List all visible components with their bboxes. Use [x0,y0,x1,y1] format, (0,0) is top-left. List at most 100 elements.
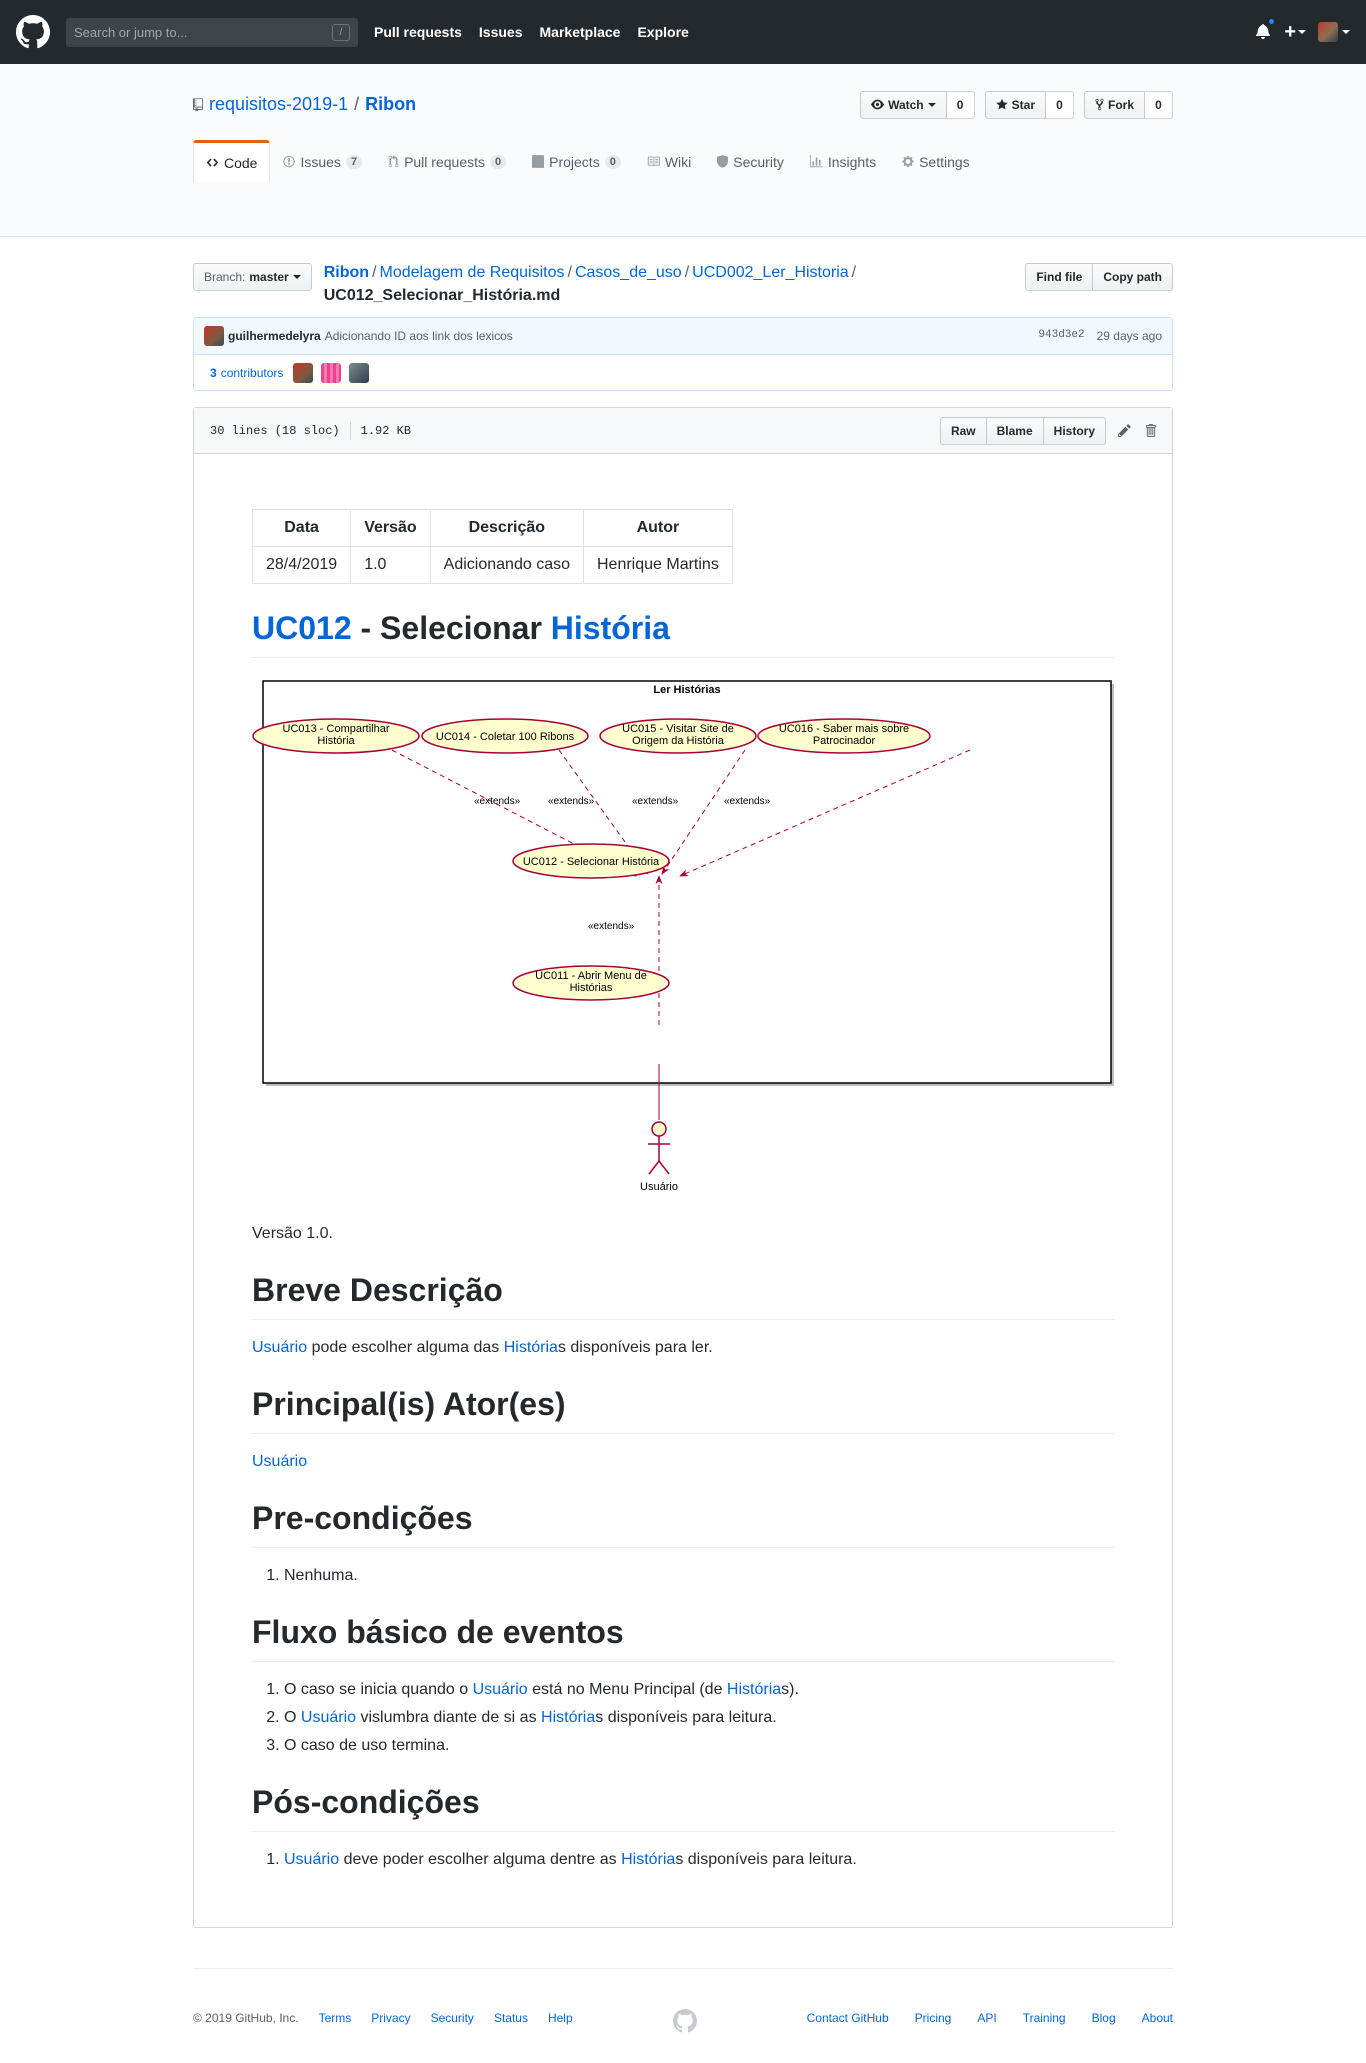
star-icon [995,98,1008,110]
usuario-link[interactable]: Usuário [252,1339,307,1356]
contributors-label[interactable]: contributors [221,366,284,380]
tab-issues[interactable]: Issues 7 [270,141,375,181]
trash-icon[interactable] [1145,423,1156,438]
copy-path-button[interactable]: Copy path [1093,263,1173,291]
branch-selector-button[interactable]: Branch: master [193,263,312,291]
footer-link-about[interactable]: About [1142,2011,1173,2025]
nav-marketplace[interactable]: Marketplace [540,24,621,40]
repo-title-separator: / [354,94,360,114]
file-nav-actions: Find file Copy path [1025,263,1173,315]
version-text: Versão 1.0. [252,1225,333,1242]
footer-link-api[interactable]: API [977,2011,996,2025]
footer-link-security[interactable]: Security [431,2011,474,2025]
notifications-bell-icon[interactable] [1256,17,1277,41]
footer-link-pricing[interactable]: Pricing [915,2011,952,2025]
repo-icon [193,97,203,112]
github-mark-icon[interactable] [673,2009,697,2036]
nav-explore[interactable]: Explore [637,24,688,40]
watch-count[interactable]: 0 [946,90,975,119]
commit-author[interactable]: guilhermedelyra [228,329,321,343]
avatar[interactable] [293,362,314,383]
page-title: UC012 - Selecionar História [252,608,1114,658]
github-logo-icon[interactable] [16,15,50,49]
text: s). [781,1681,799,1698]
usuario-link[interactable]: Usuário [301,1709,356,1726]
star-count[interactable]: 0 [1045,90,1074,119]
repo-owner-link[interactable]: requisitos-2019-1 [209,94,348,115]
use-case-label: Histórias [570,982,613,994]
project-icon [532,155,545,168]
historia-link[interactable]: História [541,1709,595,1726]
text: s disponíveis para leitura. [675,1851,857,1868]
tab-code[interactable]: Code [193,140,271,182]
edit-pencil-icon[interactable] [1118,423,1131,438]
watch-button[interactable]: Watch [860,90,947,119]
tab-label: Pull requests [404,153,485,170]
footer-link-training[interactable]: Training [1023,2011,1066,2025]
find-file-button[interactable]: Find file [1025,263,1094,291]
tab-security[interactable]: Security [704,141,797,181]
contributors-count[interactable]: 3 [210,366,217,380]
usuario-link[interactable]: Usuário [284,1851,339,1868]
search-input[interactable]: Search or jump to... / [66,17,358,47]
historia-link[interactable]: História [727,1681,781,1698]
tab-pull-requests[interactable]: Pull requests 0 [375,141,519,181]
breadcrumb-repo[interactable]: Ribon [324,264,369,281]
historia-link[interactable]: História [621,1851,675,1868]
use-case-label: UC013 - Compartilhar [283,723,390,735]
usuario-link[interactable]: Usuário [252,1453,307,1470]
footer-link-terms[interactable]: Terms [319,2011,352,2025]
footer-link-privacy[interactable]: Privacy [371,2011,410,2025]
fork-button[interactable]: Fork [1083,90,1145,119]
breadcrumb-dir[interactable]: Modelagem de Requisitos [380,264,565,281]
use-case-label: História [317,735,355,747]
commit-age: 29 days ago [1096,329,1162,343]
uc-link[interactable]: UC012 [252,610,352,646]
breadcrumb-dir[interactable]: UCD002_Ler_Historia [692,264,849,281]
avatar[interactable] [204,326,224,346]
footer-link-help[interactable]: Help [548,2011,573,2025]
fork-count[interactable]: 0 [1145,90,1173,119]
tab-projects[interactable]: Projects 0 [519,141,634,181]
nav-pull-requests[interactable]: Pull requests [374,24,462,40]
list-item: O caso de uso termina. [284,1734,1114,1758]
table-cell: 28/4/2019 [251,546,352,584]
repo-name-link[interactable]: Ribon [365,94,416,115]
breadcrumb-separator: / [567,264,572,281]
tab-insights[interactable]: Insights [797,141,889,181]
commit-message[interactable]: Adicionando ID aos link dos lexicos [325,329,513,343]
version-table: Data Versão Descrição Autor 28/4/2019 1.… [251,509,733,584]
commit-sha[interactable]: 943d3e2 [1038,329,1084,343]
blame-button[interactable]: Blame [986,416,1044,445]
history-button[interactable]: History [1043,416,1106,445]
historia-link[interactable]: História [551,610,670,646]
table-header: Autor [582,509,733,547]
package-title: Ler Histórias [653,684,720,696]
actor-paragraph: Usuário [252,1450,1114,1474]
nav-issues[interactable]: Issues [479,24,523,40]
tab-settings[interactable]: Settings [889,141,983,181]
footer-link-blog[interactable]: Blog [1092,2011,1116,2025]
breadcrumb-dir[interactable]: Casos_de_uso [575,264,682,281]
contributors-row: 3 contributors [194,355,1172,390]
search-placeholder: Search or jump to... [74,24,188,40]
avatar [1318,22,1338,42]
repo-actions: Watch 0 Star 0 Fork 0 [860,90,1173,119]
avatar[interactable] [349,362,370,383]
extends-label: «extends» [474,796,521,807]
usuario-link[interactable]: Usuário [473,1681,528,1698]
raw-button[interactable]: Raw [939,416,987,445]
pull-request-icon [388,155,399,168]
tab-wiki[interactable]: Wiki [634,141,704,181]
historia-link[interactable]: História [504,1339,558,1356]
star-button[interactable]: Star [984,90,1046,119]
global-nav: Pull requests Issues Marketplace Explore [374,24,706,40]
footer-link-contact[interactable]: Contact GitHub [807,2011,889,2025]
user-menu[interactable] [1318,22,1350,42]
text: está no Menu Principal (de [527,1681,727,1698]
global-header: Search or jump to... / Pull requests Iss… [0,0,1366,64]
create-new-menu[interactable]: + [1284,21,1306,44]
avatar[interactable] [321,362,342,383]
fork-label: Fork [1107,97,1134,112]
footer-link-status[interactable]: Status [494,2011,528,2025]
